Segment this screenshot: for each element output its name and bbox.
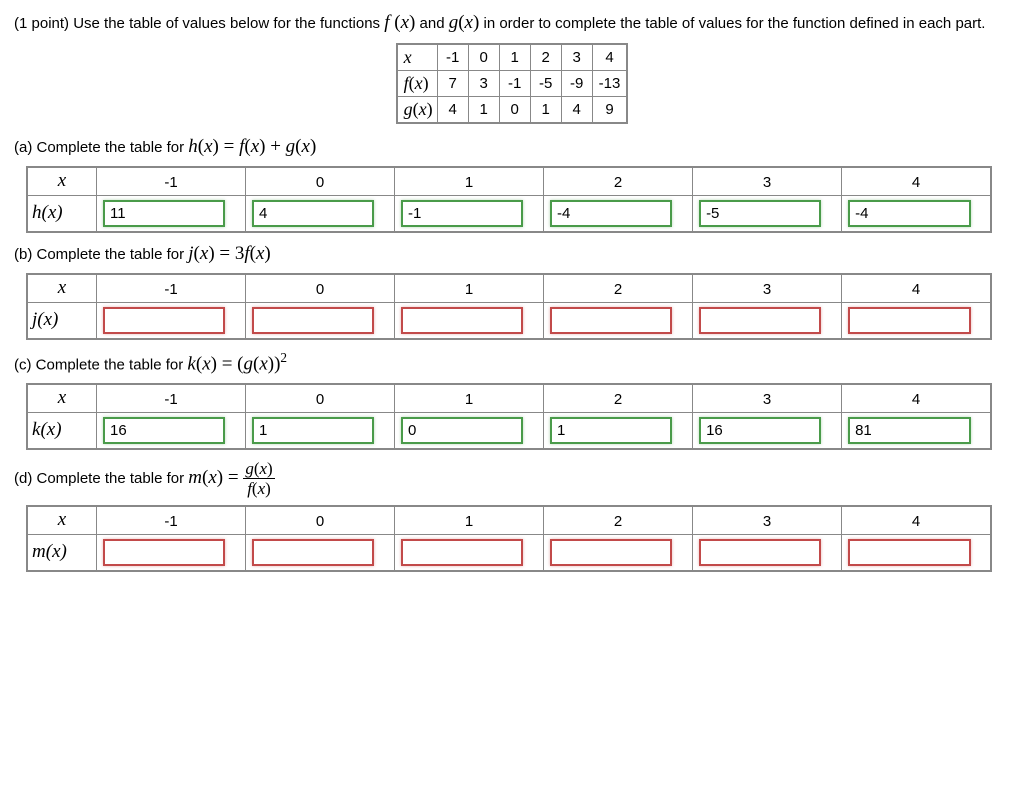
h-input-4[interactable] [699, 200, 821, 227]
m-row-label: m(x) [27, 534, 97, 571]
j-input-3[interactable] [550, 307, 672, 334]
k-input-3[interactable] [550, 417, 672, 444]
given-f-label: f(x) [397, 70, 438, 96]
x-header: x [27, 506, 97, 535]
points-label: (1 point) [14, 15, 73, 32]
m-input-1[interactable] [252, 539, 374, 566]
x-header: x [27, 167, 97, 196]
x-header: x [27, 274, 97, 303]
h-row-label: h(x) [27, 195, 97, 232]
h-input-1[interactable] [252, 200, 374, 227]
h-input-2[interactable] [401, 200, 523, 227]
part-a-table: x -1 0 1 2 3 4 h(x) [26, 166, 992, 233]
j-input-4[interactable] [699, 307, 821, 334]
k-input-1[interactable] [252, 417, 374, 444]
part-c-table: x -1 0 1 2 3 4 k(x) [26, 383, 992, 450]
given-values-table: x -1 0 1 2 3 4 f(x) 7 3 -1 -5 -9 -13 g(x… [396, 43, 629, 124]
part-b-label: (b) Complete the table for j(x) = 3f(x) [14, 243, 1010, 265]
j-input-0[interactable] [103, 307, 225, 334]
m-input-5[interactable] [848, 539, 970, 566]
gx-symbol: g(x) [449, 12, 480, 33]
part-c-label: (c) Complete the table for k(x) = (g(x))… [14, 350, 1010, 375]
part-d-label: (d) Complete the table for m(x) = g(x)f(… [14, 460, 1010, 497]
k-row-label: k(x) [27, 412, 97, 449]
j-input-2[interactable] [401, 307, 523, 334]
fx-symbol: f (x) [384, 12, 415, 33]
k-input-4[interactable] [699, 417, 821, 444]
part-a-label: (a) Complete the table for h(x) = f(x) +… [14, 136, 1010, 158]
h-input-3[interactable] [550, 200, 672, 227]
h-input-5[interactable] [848, 200, 970, 227]
k-input-0[interactable] [103, 417, 225, 444]
j-input-5[interactable] [848, 307, 970, 334]
m-input-3[interactable] [550, 539, 672, 566]
k-input-2[interactable] [401, 417, 523, 444]
part-d-table: x -1 0 1 2 3 4 m(x) [26, 505, 992, 572]
x-header: x [27, 384, 97, 413]
h-input-0[interactable] [103, 200, 225, 227]
given-g-label: g(x) [397, 96, 438, 123]
k-input-5[interactable] [848, 417, 970, 444]
m-input-2[interactable] [401, 539, 523, 566]
m-input-0[interactable] [103, 539, 225, 566]
question-intro: (1 point) Use the table of values below … [14, 10, 1010, 37]
given-x-label: x [397, 44, 438, 71]
j-row-label: j(x) [27, 302, 97, 339]
m-input-4[interactable] [699, 539, 821, 566]
j-input-1[interactable] [252, 307, 374, 334]
part-b-table: x -1 0 1 2 3 4 j(x) [26, 273, 992, 340]
